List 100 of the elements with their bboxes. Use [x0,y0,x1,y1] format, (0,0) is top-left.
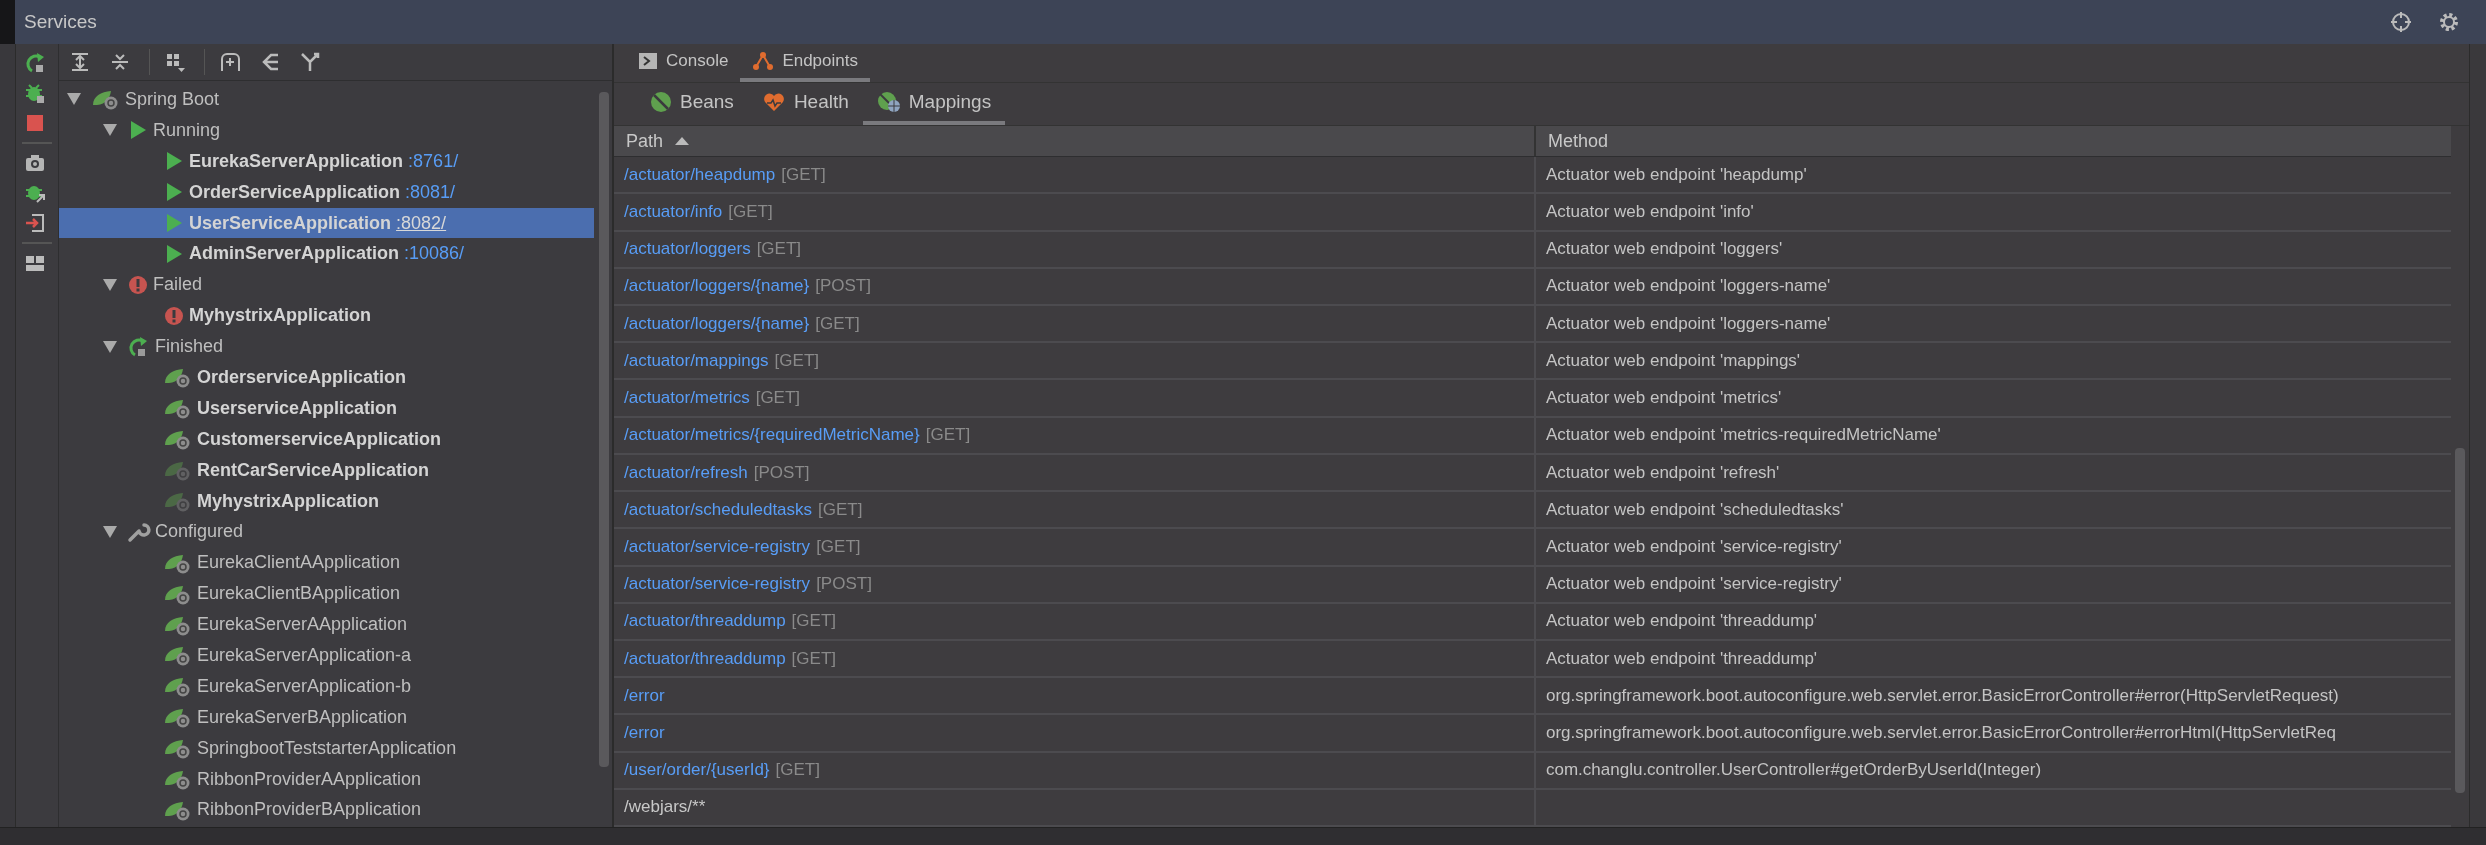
rerun-icon[interactable] [24,52,46,74]
service-name: EurekaClientBApplication [197,583,401,605]
path-link[interactable]: /actuator/loggers [624,239,751,260]
tree-row[interactable]: MyhystrixApplication [59,485,594,517]
tab[interactable]: Console [626,44,741,82]
tab[interactable]: Health [747,83,863,125]
tree-row[interactable]: EurekaServerApplication-a [59,640,594,671]
http-verb: [POST] [753,462,810,483]
port-link[interactable]: :10086/ [404,243,465,265]
service-name: EurekaServerApplication [189,150,404,172]
path-link[interactable]: /actuator/refresh [624,462,748,483]
tree-row[interactable]: CustomerserviceApplication [59,423,594,455]
tree-row[interactable]: EurekaClientBApplication [59,578,594,610]
handler-method: org.springframework.boot.autoconfigure.web.servlet.error.BasicErrorController#error(HttpServletRequest) [1546,685,2339,706]
camera-icon[interactable] [24,152,46,174]
tree-row[interactable]: EurekaServerApplication :8761/ [59,145,594,177]
handler-method: Actuator web endpoint 'scheduledtasks' [1546,499,1844,520]
scrollbar[interactable] [2455,448,2465,793]
path-link[interactable]: /actuator/service-registry [624,574,811,595]
tree-row[interactable]: EurekaServerAApplication [59,609,594,641]
wrench-icon [127,520,151,543]
service-name: OrderServiceApplication [189,181,401,203]
http-verb: [GET] [775,760,820,781]
handler-method: Actuator web endpoint 'threaddump' [1546,648,1818,669]
tree-row[interactable]: RentCarServiceApplication [59,454,594,486]
path-link[interactable]: /error [624,723,665,744]
http-verb: [GET] [816,536,861,557]
http-verb: [GET] [791,648,836,669]
expand-arrow-icon[interactable] [103,525,117,538]
tree-row[interactable]: OrderserviceApplication [59,362,594,393]
tree-row[interactable]: EurekaClientAApplication [59,547,594,579]
heart-icon [761,91,786,113]
add-service-icon[interactable] [219,51,241,73]
service-name: OrderserviceApplication [197,366,407,388]
path-link[interactable]: /actuator/scheduledtasks [624,499,813,520]
tree-row[interactable]: RibbonProviderAApplication [59,763,594,795]
tree-row[interactable]: Running [59,114,594,146]
tree-row[interactable]: Spring Boot [59,84,594,115]
tree-row[interactable]: MyhystrixApplication [59,300,594,332]
handler-method: Actuator web endpoint 'loggers-name' [1546,313,1831,334]
path-link[interactable]: /actuator/mappings [624,350,769,371]
http-verb: [GET] [755,388,801,409]
path-link[interactable]: /error [624,685,665,706]
port-link[interactable]: :8082/ [396,212,447,234]
group-icon[interactable] [164,51,186,73]
http-verb: [GET] [756,239,802,260]
tree-row[interactable]: RibbonProviderBApplication [59,794,594,826]
service-name: EurekaServerApplication-b [197,675,412,697]
tree-row[interactable]: EurekaServerApplication-b [59,670,594,702]
path-link[interactable]: /actuator/heapdump [624,164,776,185]
handler-method: Actuator web endpoint 'service-registry' [1546,574,1842,595]
error-icon [127,273,149,296]
service-name: EurekaServerAApplication [197,614,408,636]
tree-row[interactable]: UserServiceApplication :8082/ [59,207,594,239]
handler-method: Actuator web endpoint 'heapdump' [1546,164,1807,185]
stop-icon[interactable] [24,112,46,134]
sort-arrow-icon[interactable] [675,135,690,148]
expand-arrow-icon[interactable] [103,278,117,291]
service-name: EurekaServerApplication-a [197,644,412,666]
scrollbar[interactable] [599,92,609,767]
tree-row[interactable]: SpringbootTeststarterApplication [59,732,594,764]
service-name: RibbonProviderBApplication [197,799,422,821]
http-verb: [GET] [728,201,773,222]
target-icon[interactable] [2390,11,2412,33]
split-icon[interactable] [299,51,321,73]
tab[interactable]: Beans [636,83,748,125]
expand-arrow-icon[interactable] [67,93,81,106]
service-name: Finished [155,336,224,358]
tree-row[interactable]: UserserviceApplication [59,392,594,424]
port-link[interactable]: :8761/ [408,150,459,172]
expand-all-icon[interactable] [69,51,91,73]
path-link[interactable]: /actuator/loggers/{name} [624,313,810,334]
path-link[interactable]: /actuator/threaddump [624,648,786,669]
tree-row[interactable]: Failed [59,269,594,301]
tree-row[interactable]: Finished [59,331,594,362]
tree-row[interactable]: AdminServerApplication :10086/ [59,238,594,270]
tree-row[interactable]: Configured [59,516,594,548]
import-icon[interactable] [24,212,46,234]
http-verb: [GET] [818,499,863,520]
path-link[interactable]: /user/order/{userId} [624,760,770,781]
path-link[interactable]: /actuator/metrics/{requiredMetricName} [624,425,920,446]
path-link[interactable]: /actuator/threaddump [624,611,786,632]
service-name: UserServiceApplication [189,212,392,234]
path-link[interactable]: /actuator/loggers/{name} [624,276,810,297]
expand-arrow-icon[interactable] [103,340,117,353]
error-icon [163,304,185,327]
tree-row[interactable]: OrderServiceApplication :8081/ [59,176,594,208]
port-link[interactable]: :8081/ [405,181,456,203]
expand-arrow-icon[interactable] [103,124,117,137]
settings-icon[interactable] [2438,11,2460,33]
column-header[interactable]: Path [614,126,1534,157]
column-header[interactable]: Method [1534,126,2451,157]
debug-icon[interactable] [24,82,46,104]
tab[interactable]: Endpoints [740,44,870,82]
path-link[interactable]: /actuator/service-registry [624,536,811,557]
tree-row[interactable]: EurekaServerBApplication [59,701,594,733]
beans-icon [650,91,672,113]
service-name: Configured [155,521,244,543]
path-link[interactable]: /actuator/info [624,201,723,222]
path-link[interactable]: /actuator/metrics [624,388,750,409]
